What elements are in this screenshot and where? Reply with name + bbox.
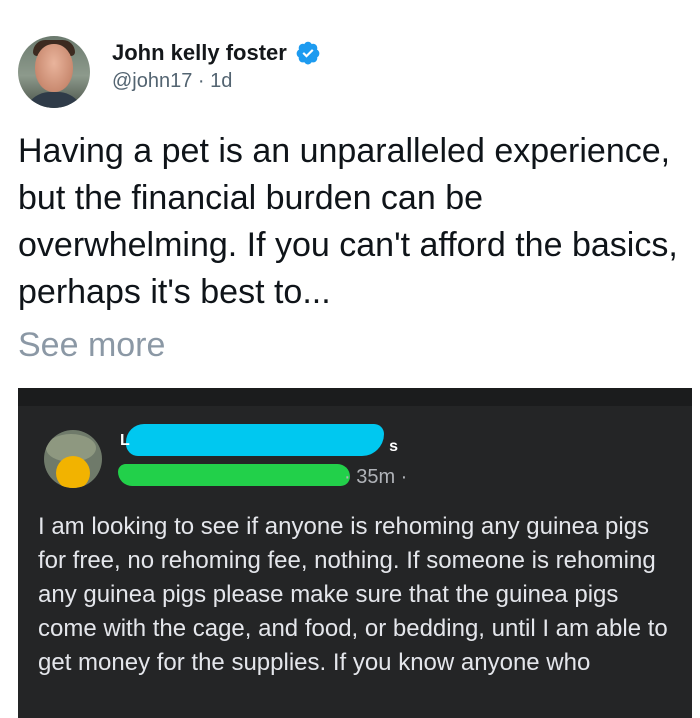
see-more-link[interactable]: See more xyxy=(18,326,165,365)
embed-top-bar xyxy=(18,388,692,406)
author-name[interactable]: John kelly foster xyxy=(112,40,287,66)
tweet-header: John kelly foster @john17 · 1d xyxy=(18,36,321,110)
author-avatar[interactable] xyxy=(18,36,90,108)
verified-badge-icon xyxy=(296,41,320,65)
handle-and-time[interactable]: @john17 · 1d xyxy=(112,70,321,93)
embedded-timestamp: · 35m · xyxy=(344,466,408,488)
author-meta: John kelly foster @john17 · 1d xyxy=(112,36,321,110)
redacted-subtitle-scribble xyxy=(118,464,350,486)
embedded-post-text: I am looking to see if anyone is rehomin… xyxy=(38,513,668,676)
embedded-avatar xyxy=(44,430,102,488)
redacted-name-scribble: L s xyxy=(120,424,398,456)
tweet-text: Having a pet is an unparalleled experien… xyxy=(18,132,678,311)
embedded-screenshot[interactable]: L s · 35m · I am looking to see if anyon… xyxy=(18,388,692,718)
